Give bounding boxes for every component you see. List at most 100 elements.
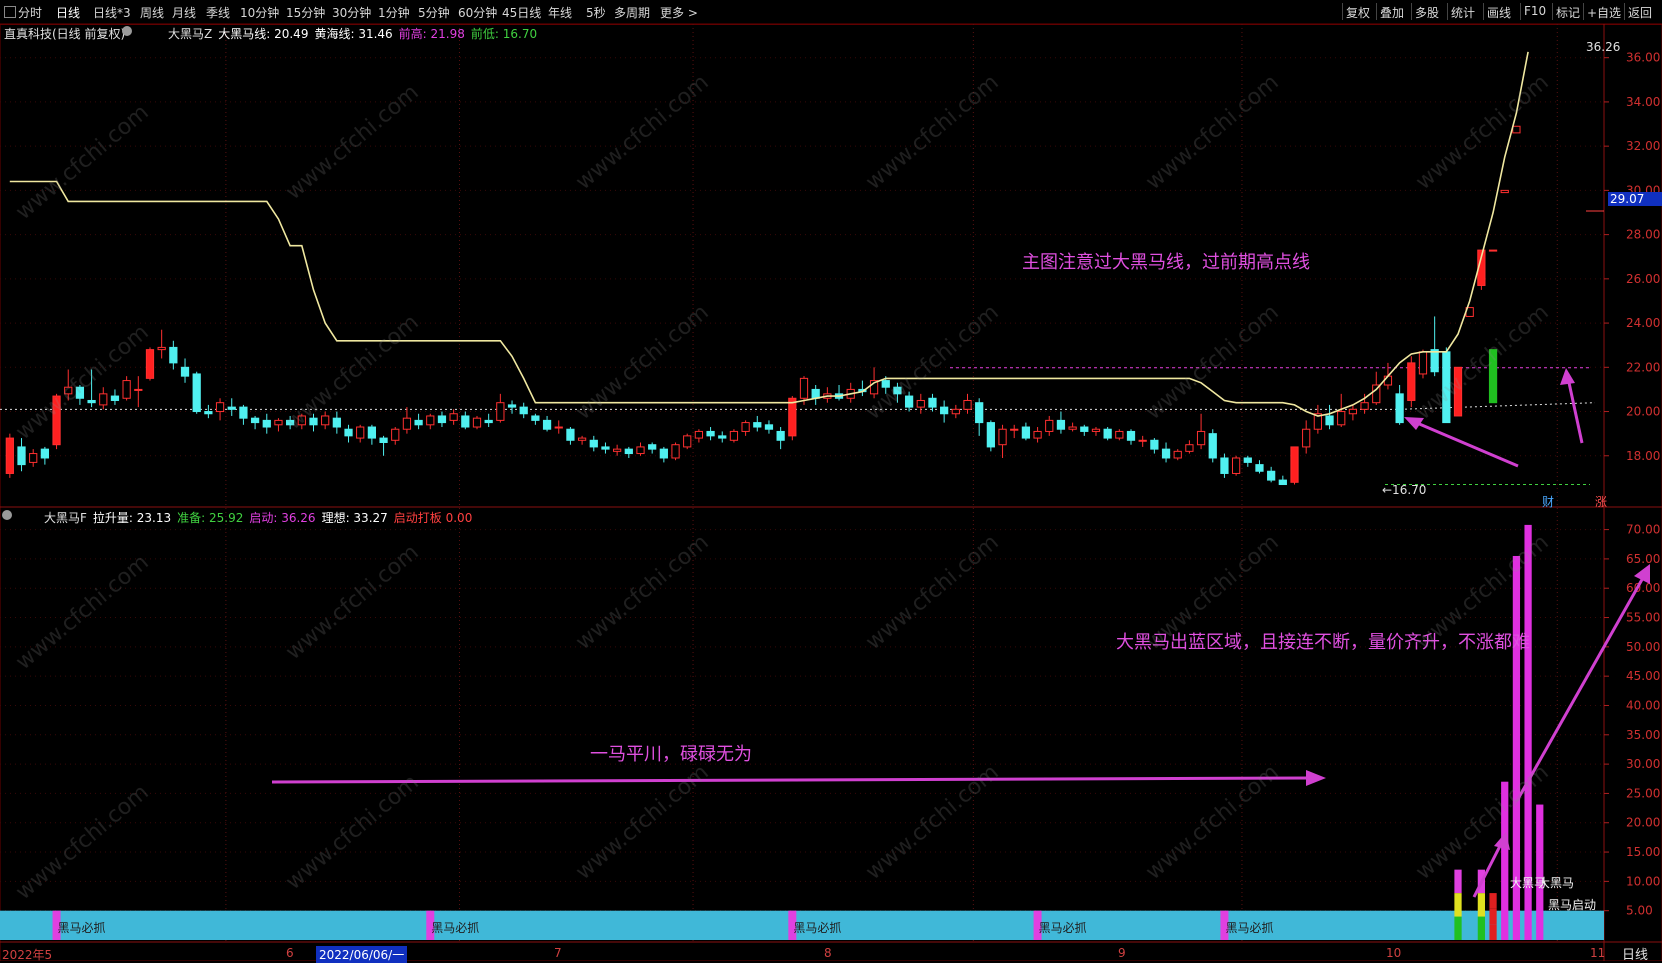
candle-body (1208, 433, 1217, 459)
candle-body (1418, 351, 1428, 375)
candle-body (1173, 450, 1182, 459)
candle-body (1045, 419, 1054, 432)
candle-body (940, 406, 949, 415)
candle-body (17, 446, 26, 466)
candle-body (321, 415, 330, 426)
candle-body (426, 415, 435, 426)
candle-body (636, 446, 645, 455)
volume-tick-label: 65.00 (1626, 552, 1660, 566)
black-horse-line (9, 51, 1529, 417)
candle-body (1126, 430, 1136, 441)
indicator-item-value: 0.00 (441, 511, 473, 525)
arrow-main-2-head (1560, 368, 1575, 385)
candle-body (204, 411, 213, 415)
candle-body (1196, 430, 1206, 446)
indicator-item-label: 黄海线: (314, 27, 355, 41)
candle-body (239, 406, 248, 419)
candle-body (776, 430, 785, 441)
candle-body (5, 437, 14, 474)
signal-bar-mid (1489, 908, 1497, 925)
candle-body (951, 408, 960, 415)
candle-body (998, 428, 1007, 446)
candle-body (1220, 457, 1229, 474)
volume-tick-label: 50.00 (1626, 640, 1660, 654)
indicator-item-value: 33.27 (349, 511, 388, 525)
candle-body (192, 373, 201, 413)
candle-body (1512, 125, 1521, 134)
candle-body (40, 448, 49, 459)
candle-body (1033, 430, 1042, 439)
volume-tick-label: 20.00 (1626, 816, 1660, 830)
candle-body (1360, 402, 1369, 410)
candle-body (788, 397, 797, 437)
candle-body (1161, 448, 1171, 459)
indicator-item-value: 21.98 (426, 27, 465, 41)
dropdown-icon[interactable] (122, 26, 132, 36)
candle-body (694, 430, 704, 439)
x-axis-label: 7 (554, 946, 562, 960)
sub-indicator-header: 大黑马F 拉升量: 23.13 准备: 25.92 启动: 36.26 理想: 33.2… (44, 509, 478, 526)
candle-body (449, 413, 458, 421)
volume-tick-label: 40.00 (1626, 698, 1660, 712)
arrow-flat-head (1306, 770, 1326, 786)
candle-body (472, 417, 482, 428)
candle-body (391, 428, 400, 441)
candle-body (1010, 428, 1019, 431)
candle-body (1383, 375, 1393, 386)
high-price-label: 36.26 (1586, 40, 1621, 54)
candle-body (484, 419, 493, 424)
finance-tag[interactable]: 财 (1542, 493, 1554, 510)
volume-bar (1536, 804, 1544, 940)
candle-body (274, 419, 283, 426)
candle-body (1337, 411, 1346, 426)
candle-body (215, 402, 225, 413)
candle-body (157, 346, 166, 351)
signal-bar-top (1454, 869, 1462, 894)
candle-body (683, 435, 692, 448)
candle-body (332, 417, 341, 428)
candle-body (1407, 362, 1416, 401)
candle-body (1068, 426, 1077, 430)
candle-body (613, 448, 622, 452)
candle-body (648, 444, 657, 450)
candle-body (928, 397, 937, 408)
candle-body (169, 346, 178, 364)
candle-body (1488, 249, 1498, 252)
candle-body (1325, 415, 1334, 426)
price-tick-label: 28.00 (1626, 228, 1660, 242)
indicator-item-label: 前低: (470, 27, 499, 41)
candle-body (566, 428, 575, 441)
price-tick-label: 36.00 (1626, 51, 1660, 65)
period-label[interactable]: 日线 (1622, 944, 1648, 963)
arrow-main-1 (1409, 418, 1519, 468)
candle-body (402, 417, 412, 430)
indicator-item-value: 16.70 (498, 27, 538, 41)
volume-tick-label: 55.00 (1626, 611, 1660, 625)
candle-body (1430, 349, 1439, 373)
band-signal-label: 黑马必抓 (793, 921, 842, 935)
candle-body (975, 402, 984, 424)
arrow-main-2 (1566, 377, 1584, 444)
indicator-item-label: 准备: (177, 511, 206, 525)
candle-body (542, 419, 552, 430)
signal-bar-low (1489, 924, 1497, 940)
band-signal-label: 黑马必抓 (431, 921, 480, 935)
candle-body (1302, 428, 1311, 448)
volume-tick-label: 60.00 (1626, 581, 1660, 595)
x-axis-label: 10 (1386, 946, 1402, 960)
indicator-item-label: 启动: (249, 511, 278, 525)
x-axis-label: 2022年5 (2, 948, 53, 962)
arrow-sub-1 (1472, 841, 1504, 898)
candle-body (718, 435, 727, 439)
candle-body (145, 349, 155, 379)
candle-body (356, 426, 365, 439)
volume-tick-label: 30.00 (1626, 757, 1660, 771)
volume-tick-label: 15.00 (1626, 845, 1660, 859)
sub-dropdown-icon[interactable] (2, 510, 12, 520)
rise-tag[interactable]: 涨 (1595, 493, 1607, 510)
candle-body (1103, 428, 1112, 439)
band-signal-label: 黑马必抓 (1038, 921, 1087, 935)
stock-name-label: 直真科技(日线 前复权) (4, 27, 126, 41)
price-tick-label: 24.00 (1626, 316, 1660, 330)
candle-body (250, 417, 260, 424)
